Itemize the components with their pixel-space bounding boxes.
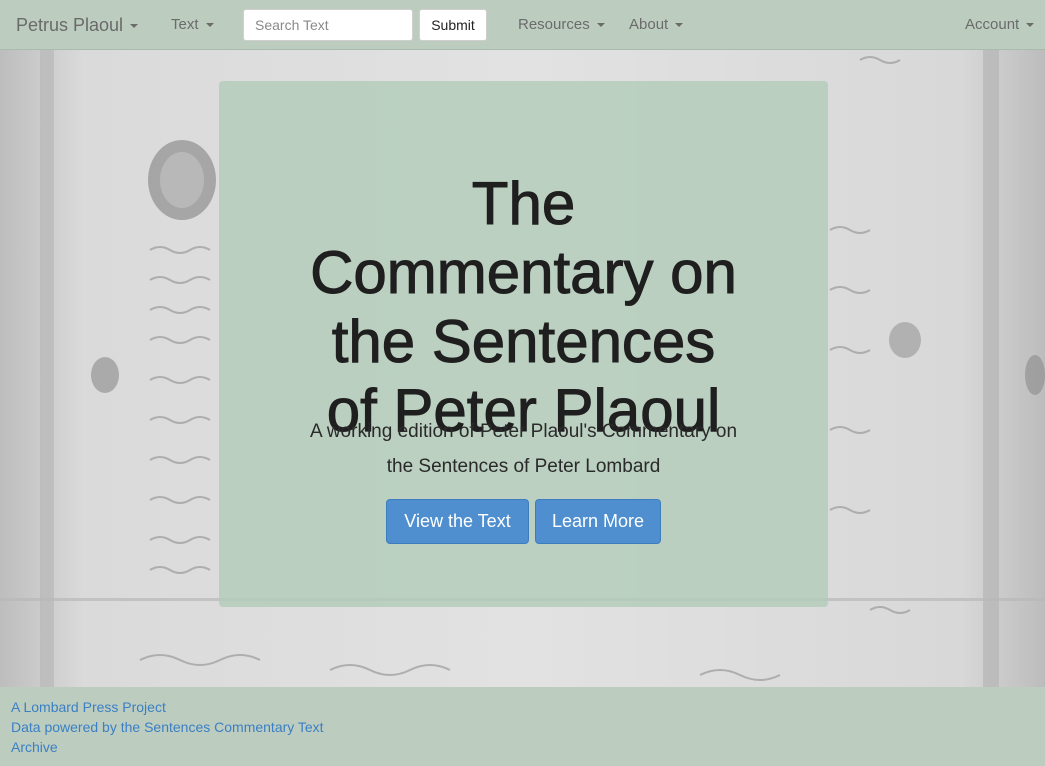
hero-title-line: The	[471, 170, 576, 238]
hero-subtitle-line: the Sentences of Peter Lombard	[386, 456, 661, 477]
hero-title: The Commentary on the Sentences of Peter…	[219, 169, 828, 445]
about-dropdown[interactable]: About	[629, 0, 684, 50]
caret-down-icon	[205, 23, 214, 28]
footer-link-scta[interactable]: Data powered by the Sentences Commentary…	[11, 718, 324, 736]
submit-button[interactable]: Submit	[419, 9, 487, 41]
brand-dropdown[interactable]: Petrus Plaoul	[16, 0, 139, 50]
text-dropdown[interactable]: Text	[171, 0, 214, 50]
hero-title-line: Commentary on	[310, 239, 738, 307]
text-menu-label: Text	[171, 16, 199, 33]
caret-down-icon	[675, 23, 684, 28]
about-menu-label: About	[629, 16, 669, 33]
resources-dropdown[interactable]: Resources	[518, 0, 605, 50]
hero-title-line: the Sentences	[331, 308, 716, 376]
view-text-button[interactable]: View the Text	[386, 499, 529, 544]
footer-link-lombard-press[interactable]: A Lombard Press Project	[11, 698, 166, 716]
hero-subtitle-line: A working edition of Peter Plaoul's Comm…	[309, 421, 738, 442]
account-dropdown[interactable]: Account	[965, 0, 1035, 50]
hero-section: The Commentary on the Sentences of Peter…	[0, 50, 1045, 687]
footer: A Lombard Press Project Data powered by …	[0, 687, 1045, 766]
hero-panel: The Commentary on the Sentences of Peter…	[219, 81, 828, 607]
caret-down-icon	[1026, 23, 1035, 28]
resources-menu-label: Resources	[518, 16, 590, 33]
search-input[interactable]	[243, 9, 413, 41]
caret-down-icon	[130, 24, 139, 29]
footer-link-archive[interactable]: Archive	[11, 738, 58, 756]
brand-label: Petrus Plaoul	[16, 15, 124, 35]
learn-more-button[interactable]: Learn More	[535, 499, 661, 544]
account-menu-label: Account	[965, 16, 1020, 33]
top-navbar: Petrus Plaoul Text Submit Resources Abou…	[0, 0, 1045, 50]
caret-down-icon	[596, 23, 605, 28]
hero-subtitle: A working edition of Peter Plaoul's Comm…	[274, 414, 773, 484]
